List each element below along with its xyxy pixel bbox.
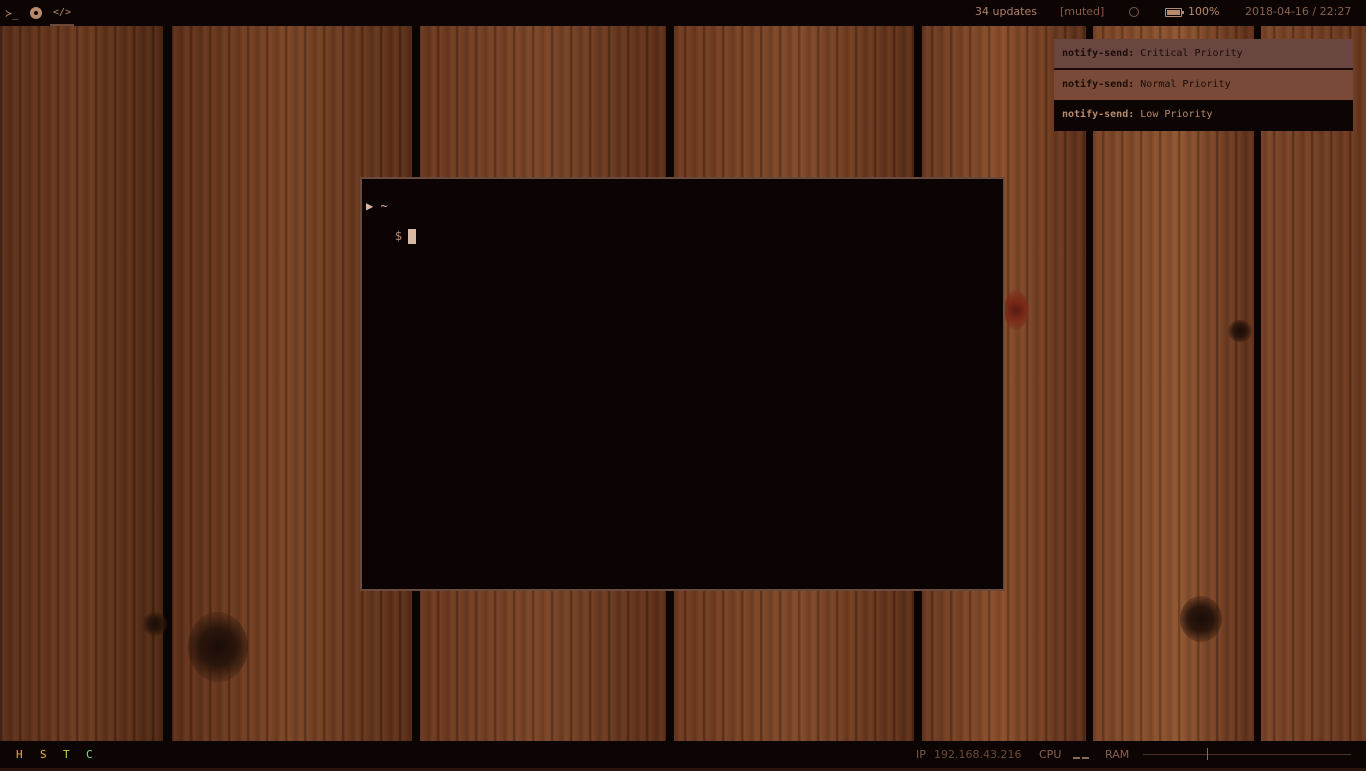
wood-knot [188,612,248,682]
text-cursor [408,229,417,244]
wood-knot [1228,320,1252,342]
battery-indicator[interactable]: 100% [1165,0,1219,26]
cpu-graph [1073,744,1091,771]
bottom-status-bar: H S T C IP 192.168.43.216 CPU RAM [0,741,1366,768]
code-icon: </> [52,6,72,18]
prompt-symbol: $ [394,229,403,243]
terminal-window[interactable]: ▶ ~ $ [360,177,1005,591]
notification-app: notify-send: [1062,109,1135,120]
battery-icon [1165,7,1184,17]
workspace-code[interactable]: </> [50,0,74,26]
notification-normal[interactable]: notify-send: Normal Priority [1054,70,1353,100]
ip-address: 192.168.43.216 [934,748,1022,761]
notification-message: Critical Priority [1140,48,1243,59]
volume-indicator[interactable]: [muted] [1060,0,1104,26]
ram-meter [1143,754,1351,755]
battery-percent: 100% [1188,5,1220,18]
datetime[interactable]: 2018-04-16 / 22:27 [1245,0,1351,26]
tag-s[interactable]: S [40,741,47,768]
notification-app: notify-send: [1062,48,1135,59]
workspace-browser[interactable] [25,0,47,26]
wood-knot [1180,596,1222,642]
tag-h[interactable]: H [16,741,23,768]
chrome-icon [30,7,42,19]
updates-indicator[interactable]: 34 updates [975,0,1037,26]
tag-t[interactable]: T [63,741,70,768]
wood-knot [143,612,167,636]
notification-low[interactable]: notify-send: Low Priority [1054,100,1353,131]
notification-message: Low Priority [1140,109,1213,120]
workspace-terminal[interactable]: ≻_ [1,0,23,26]
clock-icon [1129,0,1139,26]
wood-knot [1004,290,1028,330]
ram-label: RAM [1105,748,1130,761]
cpu-label: CPU [1039,748,1062,761]
prompt-directory: ▶ ~ [366,199,388,213]
notification-app: notify-send: [1062,79,1135,90]
terminal-icon: ≻_ [5,6,19,20]
notification-critical[interactable]: notify-send: Critical Priority [1054,39,1353,70]
top-status-bar: ≻_ </> 34 updates [muted] 100% 2018-04-1… [0,0,1366,26]
ram-meter-indicator [1207,748,1208,760]
notification-message: Normal Priority [1140,79,1231,90]
tag-c[interactable]: C [86,741,93,768]
prompt-line[interactable]: $ [366,215,417,258]
ip-label: IP [916,748,926,761]
